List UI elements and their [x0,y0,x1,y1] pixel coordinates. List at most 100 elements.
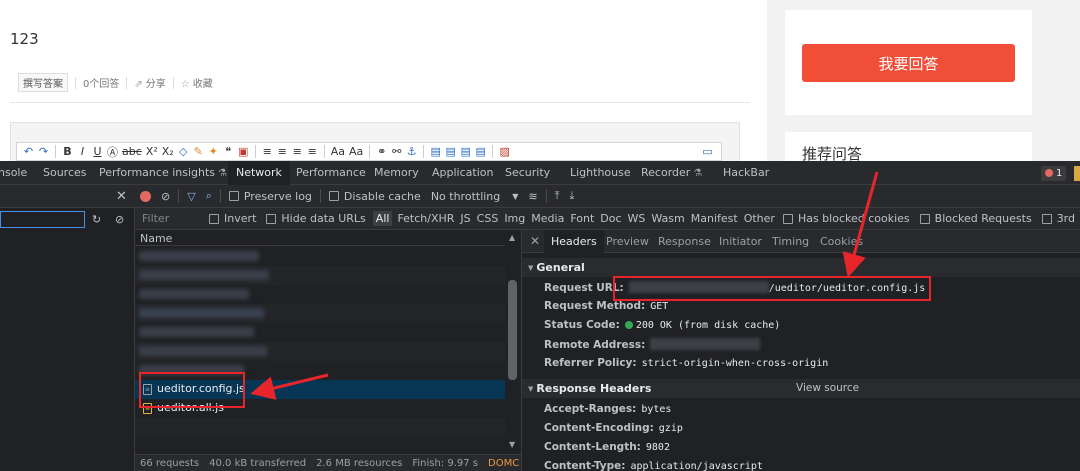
throttling-select[interactable]: No throttling ▼ [426,185,524,207]
table-row[interactable] [135,418,505,437]
link-icon[interactable]: ⚭ [376,145,387,158]
error-badge[interactable]: 1 [1041,166,1067,181]
type-filter-other[interactable]: Other [741,208,778,229]
view-source-link[interactable]: View source [796,382,859,394]
table-row[interactable] [135,285,505,304]
table-row[interactable] [135,437,505,454]
bold-icon[interactable]: B [62,145,73,158]
tab-headers[interactable]: Headers [544,230,604,253]
tab-network[interactable]: Network [228,161,290,185]
close-icon[interactable]: ✕ [530,230,540,253]
table-row[interactable] [135,266,505,285]
scroll-thumb[interactable] [508,280,517,380]
table-row[interactable] [135,342,505,361]
table-row[interactable] [135,304,505,323]
column-header-name[interactable]: Name [135,230,521,246]
preserve-log-checkbox[interactable]: Preserve log [224,185,317,207]
image-center-icon[interactable]: ▤ [475,145,486,158]
table-row[interactable] [135,323,505,342]
type-filter-all[interactable]: All [371,208,395,229]
write-answer-button[interactable]: 撰写答案 [18,73,68,92]
unlink-icon[interactable]: ⚯ [391,145,402,158]
auto-format-icon[interactable]: ✦ [208,145,219,158]
blocked-requests-checkbox[interactable]: Blocked Requests [915,208,1037,229]
type-filter-img[interactable]: Img [501,208,528,229]
third-party-checkbox[interactable]: 3rd [1037,208,1080,229]
request-list-scrollbar[interactable]: ▲ ▼ [505,230,521,454]
tab-performance-insights[interactable]: Performance insights ⚗ [99,161,227,185]
warning-badge[interactable] [1074,166,1080,181]
tab-performance[interactable]: Performance [296,161,366,185]
justify-icon[interactable]: ≡ [307,145,318,158]
record-button[interactable] [135,185,156,207]
align-right-icon[interactable]: ≡ [292,145,303,158]
type-filter-fetch[interactable]: Fetch/XHR [394,208,457,229]
share-link[interactable]: ⇗ 分享 [134,75,165,90]
superscript-icon[interactable]: X² [146,145,158,158]
blocked-cookies-checkbox[interactable]: Has blocked cookies [778,208,915,229]
tab-memory[interactable]: Memory [374,161,419,185]
filter-input[interactable]: Filter [135,212,204,225]
hide-data-urls-checkbox[interactable]: Hide data URLs [261,208,370,229]
quote-icon[interactable]: ❝ [223,145,234,158]
image-none-icon[interactable]: ▤ [445,145,456,158]
type-filter-css[interactable]: CSS [474,208,502,229]
tab-timing[interactable]: Timing [772,230,809,253]
align-center-icon[interactable]: ≡ [277,145,288,158]
export-har-button[interactable]: ⤓ [565,185,580,207]
strikethrough-icon[interactable]: abc [122,145,142,158]
type-filter-media[interactable]: Media [528,208,567,229]
italic-icon[interactable]: I [77,145,88,158]
close-icon[interactable]: ✕ [116,189,127,204]
type-filter-doc[interactable]: Doc [597,208,624,229]
image-left-icon[interactable]: ▤ [430,145,441,158]
type-filter-font[interactable]: Font [567,208,597,229]
tab-security[interactable]: Security [505,161,550,185]
font-size-icon[interactable]: Aa [349,145,363,158]
tab-sources[interactable]: Sources [43,161,87,185]
search-input[interactable] [0,211,85,228]
font-family-icon[interactable]: Aa [331,145,345,158]
general-section-header[interactable]: ▼ General [522,258,1080,277]
insert-image-icon[interactable]: ▨ [499,145,510,158]
type-filter-manifest[interactable]: Manifest [688,208,741,229]
eraser-icon[interactable]: ◇ [178,145,189,158]
search-button[interactable]: ⌕ [201,185,217,207]
disable-cache-checkbox[interactable]: Disable cache [324,185,426,207]
refresh-icon[interactable]: ↻ [92,213,101,226]
tab-preview[interactable]: Preview [606,230,649,253]
answer-button[interactable]: 我要回答 [802,44,1015,82]
scroll-down-icon[interactable]: ▼ [509,440,515,449]
tab-recorder[interactable]: Recorder ⚗ [641,161,702,185]
type-filter-wasm[interactable]: Wasm [648,208,687,229]
tab-response[interactable]: Response [658,230,711,253]
format-brush-icon[interactable]: ✎ [193,145,204,158]
tab-hackbar[interactable]: HackBar [723,161,769,185]
tab-lighthouse[interactable]: Lighthouse [570,161,631,185]
type-filter-js[interactable]: JS [457,208,473,229]
import-har-button[interactable]: ⤒ [550,185,565,207]
redo-icon[interactable]: ↷ [38,145,49,158]
undo-icon[interactable]: ↶ [23,145,34,158]
favorite-link[interactable]: ☆ 收藏 [181,75,213,90]
image-right-icon[interactable]: ▤ [460,145,471,158]
fullscreen-icon[interactable]: ▭ [702,145,713,158]
tab-cookies[interactable]: Cookies [820,230,863,253]
tab-application[interactable]: Application [432,161,493,185]
font-border-icon[interactable]: Ⓐ [107,144,118,160]
subscript-icon[interactable]: X₂ [162,145,174,158]
type-filter-ws[interactable]: WS [625,208,649,229]
clear-button[interactable]: ⊘ [156,185,175,207]
align-left-icon[interactable]: ≡ [262,145,273,158]
clear-icon[interactable]: ⊘ [115,213,124,226]
network-conditions-button[interactable]: ≋ [523,185,542,207]
invert-checkbox[interactable]: Invert [204,208,261,229]
scroll-up-icon[interactable]: ▲ [509,233,515,242]
underline-icon[interactable]: U [92,145,103,158]
filter-toggle[interactable]: ▽ [182,185,200,207]
paste-text-icon[interactable]: ▣ [238,145,249,158]
tab-console[interactable]: nsole [0,161,27,185]
tab-initiator[interactable]: Initiator [719,230,762,253]
anchor-icon[interactable]: ⚓ [406,145,417,158]
table-row[interactable] [135,247,505,266]
